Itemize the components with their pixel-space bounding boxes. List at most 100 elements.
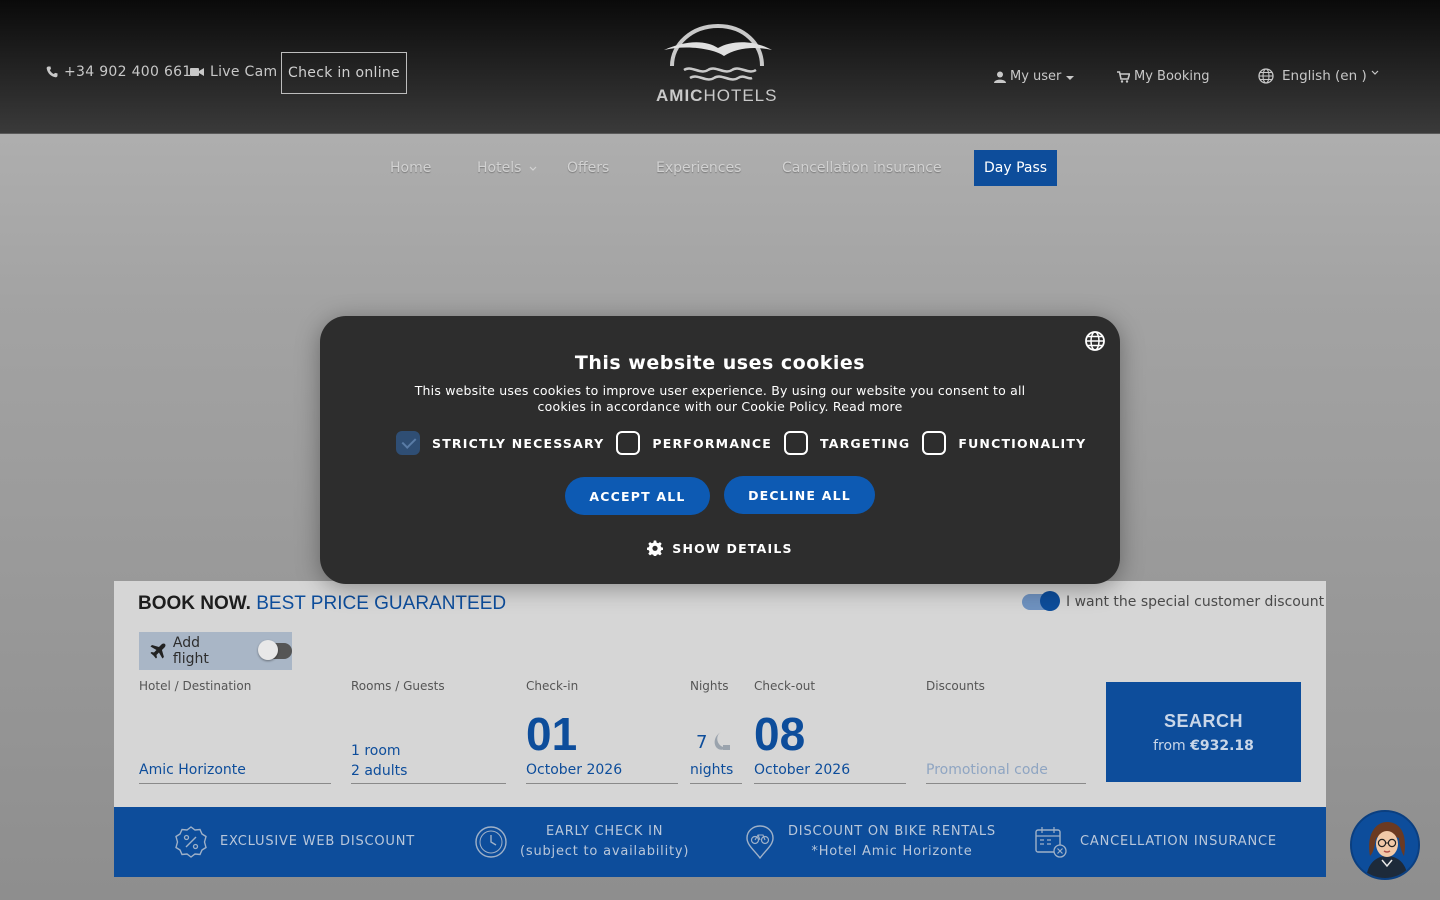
special-discount-switch[interactable] <box>1022 591 1060 611</box>
live-cam-label: Live Cam <box>210 64 278 80</box>
checkout-underline <box>754 783 906 784</box>
cookie-option-functionality[interactable]: FUNCTIONALITY <box>922 431 1086 455</box>
benefits-bar: EXCLUSIVE WEB DISCOUNT EARLY CHECK IN (s… <box>114 807 1326 877</box>
strictly-necessary-checkbox[interactable] <box>396 431 420 455</box>
cookie-title: This website uses cookies <box>574 352 866 374</box>
nav-day-pass[interactable]: Day Pass <box>974 150 1058 186</box>
hotel-destination-select[interactable]: Amic Horizonte <box>139 762 246 778</box>
checkout-label: Check-out <box>754 679 816 693</box>
add-flight-toggle[interactable]: Add flight <box>139 632 292 670</box>
brand-bold: AMIC <box>656 86 704 105</box>
booking-title-bold: BOOK NOW. <box>138 593 251 614</box>
live-cam-link[interactable]: Live Cam <box>190 64 277 80</box>
rooms-label: Rooms / Guests <box>351 679 445 693</box>
brand-rest: HOTELS <box>703 86 778 105</box>
cookie-consent-modal: This website uses cookies This website u… <box>320 316 1120 584</box>
special-discount-toggle[interactable]: I want the special customer discount <box>1022 591 1324 611</box>
gear-icon <box>647 540 664 556</box>
assistant-portrait-icon <box>1352 812 1418 878</box>
promo-underline <box>926 783 1086 784</box>
nav-cancellation-insurance[interactable]: Cancellation insurance <box>782 160 942 176</box>
globe-icon <box>1258 68 1274 84</box>
rooms-value: 1 room <box>351 743 401 759</box>
booking-title: BOOK NOW. BEST PRICE GUARANTEED <box>138 593 506 615</box>
benefit-cancellation-text: CANCELLATION INSURANCE <box>1080 834 1277 849</box>
strictly-necessary-label: STRICTLY NECESSARY <box>432 435 605 451</box>
nav-home[interactable]: Home <box>390 160 431 176</box>
nav-offers[interactable]: Offers <box>567 160 609 176</box>
cookie-option-performance[interactable]: PERFORMANCE <box>616 431 772 455</box>
nights-label: Nights <box>690 679 729 693</box>
nav-experiences[interactable]: Experiences <box>656 160 741 176</box>
add-flight-switch[interactable] <box>258 640 292 660</box>
my-booking-label: My Booking <box>1134 69 1210 84</box>
functionality-checkbox[interactable] <box>922 431 947 455</box>
phone-link[interactable]: +34 902 400 661 <box>46 64 192 80</box>
performance-label: PERFORMANCE <box>652 435 772 451</box>
user-icon <box>994 71 1006 83</box>
chat-assistant-avatar[interactable] <box>1350 810 1420 880</box>
nav-hotels-label: Hotels <box>477 160 522 176</box>
booking-panel: BOOK NOW. BEST PRICE GUARANTEED I want t… <box>114 581 1326 807</box>
checkout-day: 08 <box>754 708 806 760</box>
cookie-option-targeting[interactable]: TARGETING <box>783 431 911 455</box>
cookie-option-strictly-necessary[interactable]: STRICTLY NECESSARY <box>396 431 604 455</box>
rooms-underline <box>351 783 506 784</box>
from-price: €932.18 <box>1190 737 1254 754</box>
top-header: +34 902 400 661 Live Cam Check in online… <box>0 0 1440 134</box>
my-user-menu[interactable]: My user <box>994 69 1075 84</box>
nights-underline <box>690 783 742 784</box>
targeting-label: TARGETING <box>819 435 911 451</box>
bike-location-icon <box>746 825 774 860</box>
benefit-web-discount: EXCLUSIVE WEB DISCOUNT <box>174 807 415 877</box>
cookie-description: This website uses cookies to improve use… <box>414 383 1026 414</box>
from-label: from <box>1153 737 1186 754</box>
decline-all-button[interactable]: DECLINE ALL <box>724 476 875 514</box>
chevron-down-icon <box>529 166 537 171</box>
benefit-bike-line1: DISCOUNT ON BIKE RENTALS <box>788 824 996 839</box>
benefit-bike-rentals-text: DISCOUNT ON BIKE RENTALS *Hotel Amic Hor… <box>788 822 996 862</box>
checkin-underline <box>526 783 678 784</box>
benefit-bike-line2: *Hotel Amic Horizonte <box>811 844 973 859</box>
language-globe-icon[interactable] <box>1084 330 1106 352</box>
my-user-label: My user <box>1010 69 1062 84</box>
benefit-cancellation-insurance: CANCELLATION INSURANCE <box>1034 807 1277 877</box>
nights-count: 7 <box>696 732 708 753</box>
accept-all-button[interactable]: ACCEPT ALL <box>565 477 710 515</box>
benefit-web-discount-text: EXCLUSIVE WEB DISCOUNT <box>220 834 415 849</box>
checkout-month: October 2026 <box>754 762 851 778</box>
cart-icon <box>1117 70 1130 83</box>
video-camera-icon <box>190 68 204 76</box>
benefit-bike-rentals: DISCOUNT ON BIKE RENTALS *Hotel Amic Hor… <box>744 807 996 877</box>
booking-title-blue: BEST PRICE GUARANTEED <box>256 593 507 614</box>
discounts-label: Discounts <box>926 679 985 693</box>
nights-word: nights <box>690 762 734 778</box>
check-in-online-button[interactable]: Check in online <box>281 52 407 94</box>
phone-number: +34 902 400 661 <box>64 64 192 80</box>
promotional-code-input[interactable]: Promotional code <box>926 762 1048 778</box>
targeting-checkbox[interactable] <box>783 431 808 455</box>
show-details-toggle[interactable]: SHOW DETAILS <box>320 540 1120 556</box>
hotel-underline <box>139 783 331 784</box>
cookie-options: STRICTLY NECESSARY PERFORMANCE TARGETING… <box>396 431 1098 455</box>
airplane-icon <box>150 643 166 659</box>
clock-icon <box>475 826 507 858</box>
benefit-early-checkin-line2: (subject to availability) <box>520 844 690 859</box>
checkin-month: October 2026 <box>526 762 623 778</box>
discount-badge-icon <box>175 826 207 858</box>
search-button[interactable]: SEARCH from €932.18 <box>1106 682 1301 782</box>
benefit-early-checkin: EARLY CHECK IN (subject to availability) <box>474 807 689 877</box>
caret-down-icon <box>1066 75 1075 80</box>
my-booking-link[interactable]: My Booking <box>1117 69 1210 84</box>
brand-wordmark: AMICHOTELS <box>656 86 777 106</box>
main-navigation: Home Hotels Offers Experiences Cancellat… <box>0 150 1440 190</box>
hotel-label: Hotel / Destination <box>139 679 252 693</box>
performance-checkbox[interactable] <box>616 431 641 455</box>
functionality-label: FUNCTIONALITY <box>958 435 1087 451</box>
language-label: English (en ) <box>1282 68 1367 84</box>
checkin-label: Check-in <box>526 679 579 693</box>
add-flight-label: Add flight <box>172 635 209 667</box>
nav-hotels[interactable]: Hotels <box>477 160 537 176</box>
language-selector[interactable]: English (en ) <box>1258 68 1379 84</box>
chevron-down-icon <box>1371 70 1379 75</box>
